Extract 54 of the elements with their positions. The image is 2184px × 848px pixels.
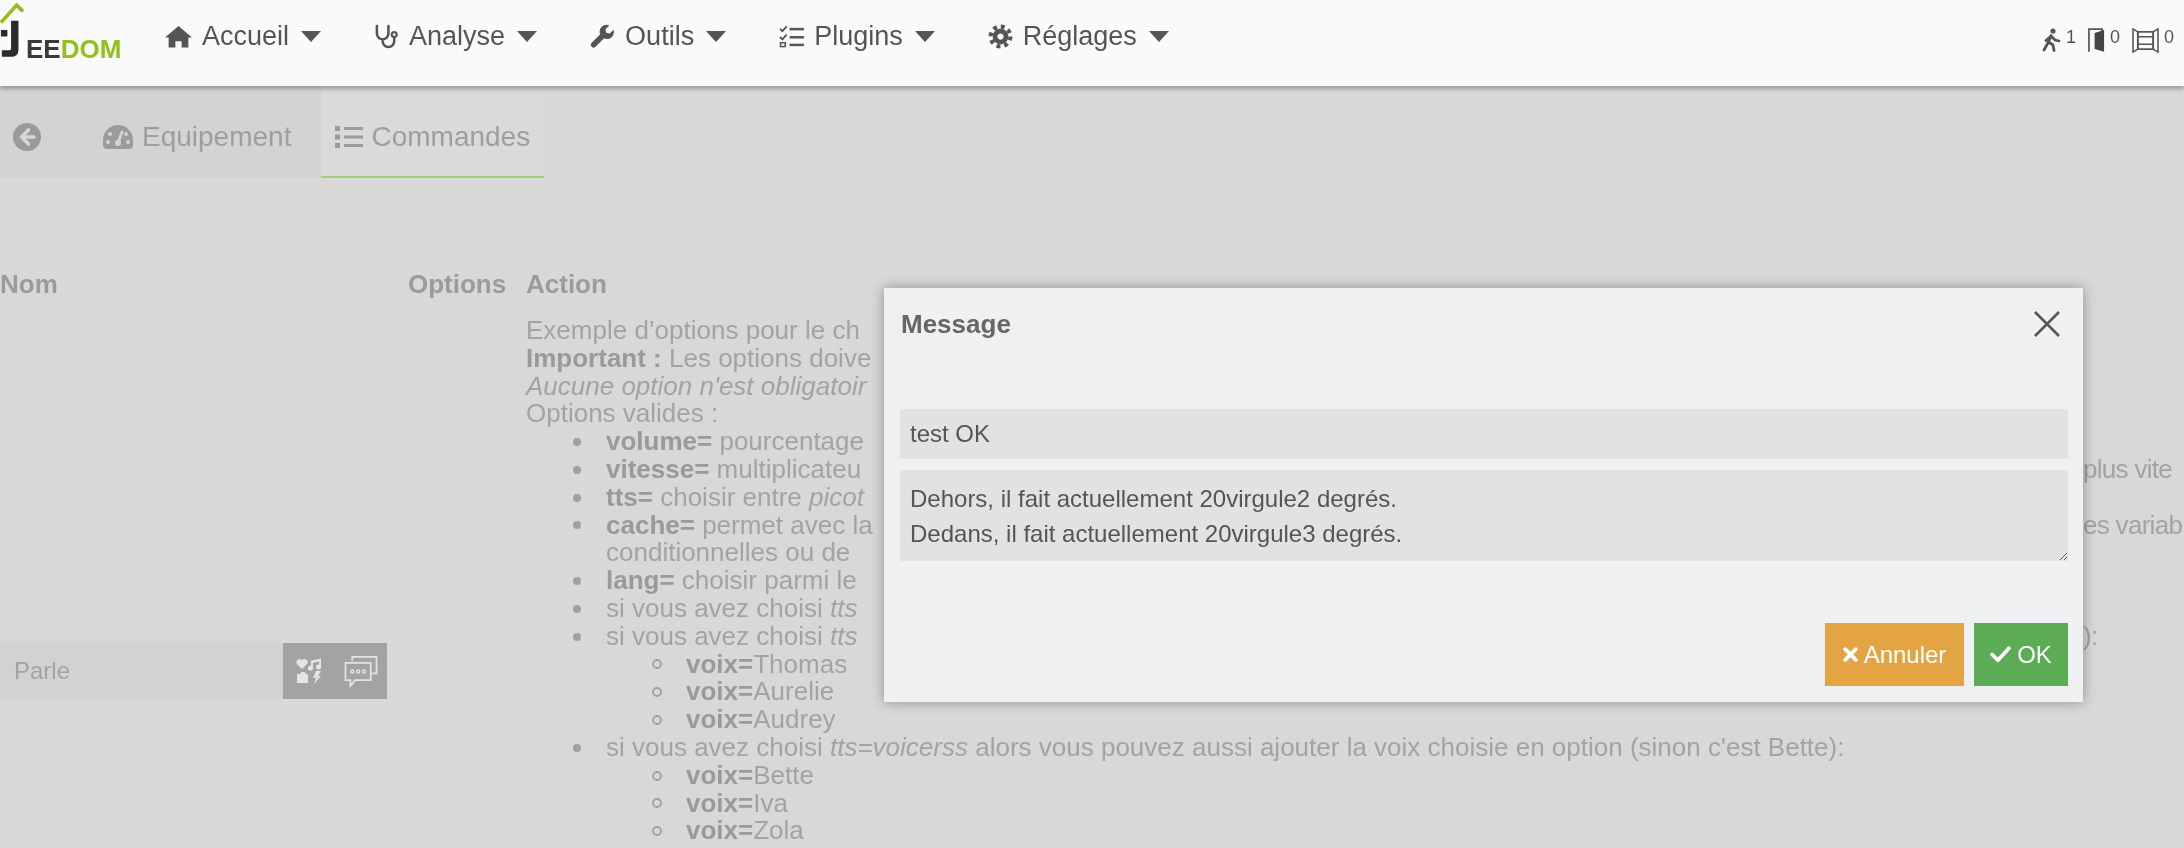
circle-bullet-icon bbox=[652, 798, 662, 809]
summary-indicator[interactable]: 0 bbox=[2087, 28, 2120, 53]
house-logo-icon bbox=[0, 2, 24, 58]
bullet-icon bbox=[573, 493, 581, 502]
nav-menu[interactable]: Plugins bbox=[754, 22, 963, 50]
caret-icon bbox=[706, 30, 727, 42]
circle-bullet-icon bbox=[652, 687, 662, 698]
circle-bullet-icon bbox=[652, 715, 662, 726]
bullet-icon bbox=[573, 577, 581, 586]
wrench-icon bbox=[590, 23, 616, 49]
summary-indicator[interactable]: 1 bbox=[2040, 28, 2076, 52]
input-field[interactable]: test OK bbox=[900, 409, 2068, 459]
circle-bullet-icon bbox=[652, 826, 662, 837]
nav-menu[interactable]: Analyse bbox=[349, 22, 566, 50]
column-header: Nom bbox=[0, 269, 58, 299]
caret-icon bbox=[301, 30, 322, 42]
caret-icon bbox=[517, 30, 538, 42]
caret-icon bbox=[1148, 30, 1169, 42]
circle-bullet-icon bbox=[652, 659, 662, 670]
walking-person-icon bbox=[2040, 28, 2061, 52]
bullet-icon bbox=[573, 465, 581, 474]
close-button[interactable] bbox=[2033, 310, 2061, 338]
gauge-icon bbox=[102, 124, 134, 150]
window-icon bbox=[2132, 28, 2159, 53]
logo-text: EEDOM bbox=[26, 36, 122, 62]
circle-bullet-icon bbox=[652, 770, 662, 781]
column-header: Options bbox=[408, 269, 507, 299]
chat-button[interactable] bbox=[335, 643, 387, 699]
modal-title: Message bbox=[900, 307, 1011, 341]
textarea-field[interactable]: Dehors, il fait actuellement 20virgule2 degrés. Dedans, il fait actuellement 20virgule3 degrés. bbox=[900, 470, 2068, 561]
nav-menu[interactable]: Outils bbox=[565, 22, 755, 50]
close-icon bbox=[2033, 310, 2061, 338]
close-icon bbox=[1842, 647, 1858, 662]
nav-menu[interactable]: Réglages bbox=[962, 22, 1197, 50]
check-icon bbox=[1990, 646, 2012, 663]
bullet-icon bbox=[573, 521, 581, 530]
summary-indicator[interactable]: 0 bbox=[2132, 28, 2174, 53]
bullet-icon bbox=[573, 632, 581, 641]
nav-menu[interactable]: Accueil bbox=[140, 22, 350, 50]
chat-bubbles-icon bbox=[343, 654, 379, 688]
home-icon bbox=[165, 24, 192, 48]
caret-icon bbox=[914, 30, 935, 42]
column-header: Action bbox=[526, 269, 607, 299]
gear-icon bbox=[987, 23, 1013, 49]
checklist-icon bbox=[779, 24, 805, 48]
help-text: ): bbox=[2083, 622, 2099, 651]
media-icon bbox=[296, 658, 322, 684]
bullet-icon bbox=[573, 743, 581, 752]
list-icon bbox=[335, 125, 364, 149]
bullet-icon bbox=[573, 438, 581, 447]
door-icon bbox=[2087, 28, 2105, 53]
bullet-icon bbox=[573, 604, 581, 613]
media-button[interactable] bbox=[283, 643, 335, 699]
stethoscope-icon bbox=[374, 23, 400, 49]
